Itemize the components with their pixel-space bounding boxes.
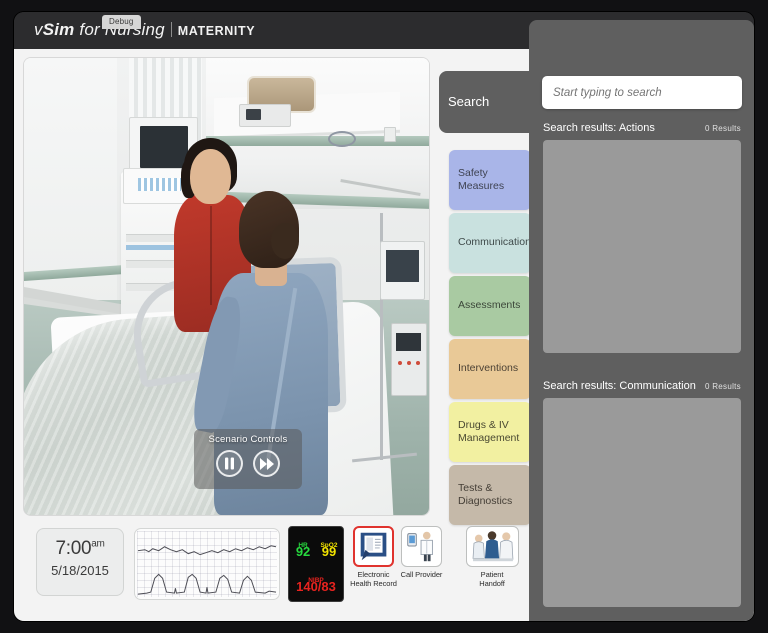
tab-interventions[interactable]: Interventions (449, 339, 531, 399)
clock-time: 7:00am (55, 538, 105, 559)
fast-forward-icon (259, 457, 274, 470)
tab-interventions-label: Interventions (458, 362, 519, 375)
scenario-controls-title: Scenario Controls (208, 434, 288, 445)
results-communication-list[interactable] (543, 398, 741, 607)
tab-communication-label: Communication (458, 236, 531, 249)
call-provider-label: Call Provider (400, 570, 443, 579)
results-actions-title: Search results: Actions (543, 122, 655, 134)
patient-handoff-icon (465, 526, 519, 567)
tab-search-label: Search (448, 93, 490, 109)
clock-date: 5/18/2015 (51, 563, 109, 578)
tab-assessments-label: Assessments (458, 299, 521, 312)
tab-safety-measures[interactable]: Safety Measures (449, 150, 531, 210)
ehr-label: Electronic Health Record (350, 570, 397, 589)
fast-forward-button[interactable] (253, 450, 280, 477)
results-actions-header: Search results: Actions 0 Results (543, 120, 741, 136)
screen-root: vSim for NursingMATERNITY Debug ? X (0, 0, 768, 633)
pause-icon (225, 457, 234, 470)
tab-drugs-iv-management-label: Drugs & IV Management (458, 418, 520, 444)
tab-assessments[interactable]: Assessments (449, 276, 531, 336)
results-communication-count: 0 Results (704, 381, 741, 391)
results-actions-list[interactable] (543, 140, 741, 353)
pause-button[interactable] (216, 450, 243, 477)
ehr-icon (353, 526, 394, 567)
tool-call-provider[interactable]: Call Provider (398, 526, 445, 579)
tab-tests-diagnostics[interactable]: Tests & Diagnostics (449, 465, 531, 525)
tab-safety-measures-label: Safety Measures (458, 166, 505, 192)
simulation-viewport[interactable]: Scenario Controls (24, 58, 429, 515)
tab-communication[interactable]: Communication (449, 213, 531, 273)
tubing-coil-icon (327, 131, 356, 148)
tab-tests-diagnostics-label: Tests & Diagnostics (458, 481, 513, 507)
results-communication-title: Search results: Communication (543, 380, 696, 392)
nibp-value: 140/83 (296, 579, 336, 594)
brand-for: for (74, 20, 105, 39)
bottom-toolbar: 7:00am 5/18/2015 HR SpO2 92 99 NIBP 140/… (14, 518, 529, 621)
product-line-label: MATERNITY (177, 24, 256, 38)
tool-electronic-health-record[interactable]: Electronic Health Record (350, 526, 397, 589)
support-person-figure (190, 149, 231, 205)
tab-search[interactable]: Search (439, 71, 531, 133)
strip-waveforms (137, 545, 277, 595)
fetal-monitor-icon (380, 240, 425, 301)
search-panel: Search results: Actions 0 Results Search… (529, 20, 754, 621)
call-provider-icon (401, 526, 442, 567)
fetal-monitor-strip[interactable] (134, 528, 280, 600)
debug-tab[interactable]: Debug (102, 15, 141, 29)
patient-handoff-label: Patient Handoff (479, 570, 505, 589)
hr-value: 92 (295, 544, 311, 559)
clock-meridiem: am (91, 538, 105, 550)
window-body: Scenario Controls Search Safety Measures… (14, 20, 754, 621)
scenario-controls-panel: Scenario Controls (194, 429, 302, 489)
brand-v: v (34, 20, 43, 39)
spo2-value: 99 (321, 544, 337, 559)
brand-divider (170, 22, 172, 37)
vital-signs-monitor[interactable]: HR SpO2 92 99 NIBP 140/83 (288, 526, 344, 602)
results-actions-count: 0 Results (704, 123, 741, 133)
tab-drugs-iv-management[interactable]: Drugs & IV Management (449, 402, 531, 462)
category-tab-column: Search Safety Measures Communication Ass… (439, 58, 531, 568)
simulation-clock: 7:00am 5/18/2015 (36, 528, 124, 596)
results-communication-header: Search results: Communication 0 Results (543, 378, 741, 394)
search-input[interactable] (542, 76, 742, 109)
iv-pump-icon (390, 323, 427, 397)
brand-sim: Sim (42, 20, 75, 39)
app-logo: vSim for Nursing MATERNITY (34, 20, 255, 40)
application-window: vSim for NursingMATERNITY Debug ? X (14, 12, 754, 621)
tool-patient-handoff[interactable]: Patient Handoff (462, 526, 522, 589)
